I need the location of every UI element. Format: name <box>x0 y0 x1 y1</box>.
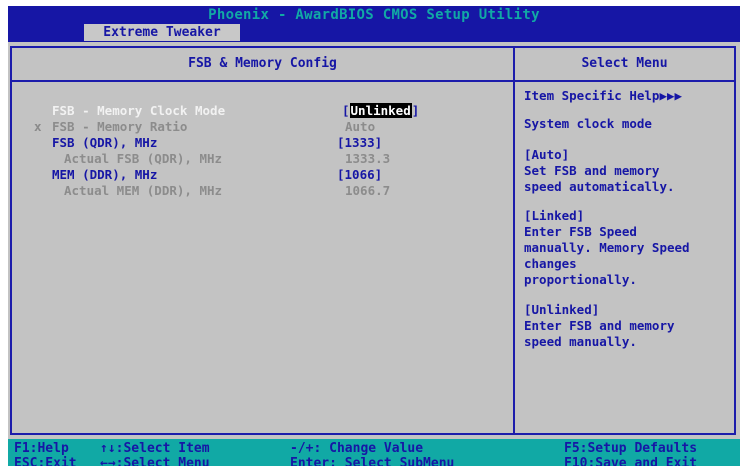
help-text: proportionally. <box>524 272 637 287</box>
help-text: Set FSB and memory <box>524 163 660 178</box>
header-divider <box>12 80 734 82</box>
help-text: [Auto] <box>524 147 570 162</box>
key-legend-bar: F1:Help ESC:Exit ↑↓:Select Item ←→:Selec… <box>8 439 740 466</box>
help-key-hint: F1:Help <box>14 441 69 456</box>
utility-title: Phoenix - AwardBIOS CMOS Setup Utility <box>208 7 540 23</box>
setting-label: FSB - Memory Clock Mode <box>52 103 226 118</box>
setting-value: Auto <box>345 119 376 134</box>
setting-value: 1066.7 <box>345 183 391 198</box>
exit-key-hint: ESC:Exit <box>14 456 77 466</box>
help-text: changes <box>524 256 577 271</box>
help-heading: Item Specific Help▶▶▶ <box>524 88 683 103</box>
setting-value[interactable]: [1333] <box>337 135 382 151</box>
setting-label: Actual FSB (QDR), MHz <box>64 151 223 166</box>
panel-divider <box>513 48 515 433</box>
help-text: Enter FSB and memory <box>524 318 675 333</box>
tab-extreme-tweaker[interactable]: Extreme Tweaker <box>84 24 240 41</box>
setting-value[interactable]: [Unlinked] <box>342 103 419 119</box>
save-exit-key-hint: F10:Save and Exit <box>564 456 698 466</box>
setting-label: FSB (QDR), MHz <box>52 135 158 150</box>
setting-row-fsb-memory-ratio: x FSB - Memory Ratio Auto <box>12 119 513 135</box>
help-panel-title: Select Menu <box>581 56 668 71</box>
setting-label: Actual MEM (DDR), MHz <box>64 183 223 198</box>
help-text: Enter FSB Speed <box>524 224 637 239</box>
select-item-key-hint: ↑↓:Select Item <box>100 441 210 456</box>
setting-label: MEM (DDR), MHz <box>52 167 158 182</box>
selected-value[interactable]: Unlinked <box>349 103 412 118</box>
help-text: speed manually. <box>524 334 637 349</box>
title-bar: Phoenix - AwardBIOS CMOS Setup Utility E… <box>8 6 740 42</box>
setting-label: FSB - Memory Ratio <box>52 119 188 134</box>
select-menu-key-hint: ←→:Select Menu <box>100 456 210 466</box>
help-text: speed automatically. <box>524 179 675 194</box>
section-title: FSB & Memory Config <box>188 56 337 71</box>
setting-row-fsb-memory-clock-mode[interactable]: FSB - Memory Clock Mode [Unlinked] <box>12 103 513 119</box>
setting-row-actual-fsb: Actual FSB (QDR), MHz 1333.3 <box>12 151 513 167</box>
setting-value[interactable]: [1066] <box>337 167 382 183</box>
setup-defaults-key-hint: F5:Setup Defaults <box>564 441 698 456</box>
setting-row-fsb-qdr[interactable]: FSB (QDR), MHz [1333] <box>12 135 513 151</box>
help-text: manually. Memory Speed <box>524 240 690 255</box>
help-text: System clock mode <box>524 116 652 131</box>
disabled-marker: x <box>34 119 42 134</box>
submenu-key-hint: Enter: Select SubMenu <box>290 456 455 466</box>
setting-value: 1333.3 <box>345 151 391 166</box>
change-value-key-hint: -/+: Change Value <box>290 441 424 456</box>
help-text: [Linked] <box>524 208 585 223</box>
setting-row-actual-mem: Actual MEM (DDR), MHz 1066.7 <box>12 183 513 199</box>
setting-row-mem-ddr[interactable]: MEM (DDR), MHz [1066] <box>12 167 513 183</box>
bios-screen: Phoenix - AwardBIOS CMOS Setup Utility E… <box>8 6 740 466</box>
help-text: [Unlinked] <box>524 302 600 317</box>
